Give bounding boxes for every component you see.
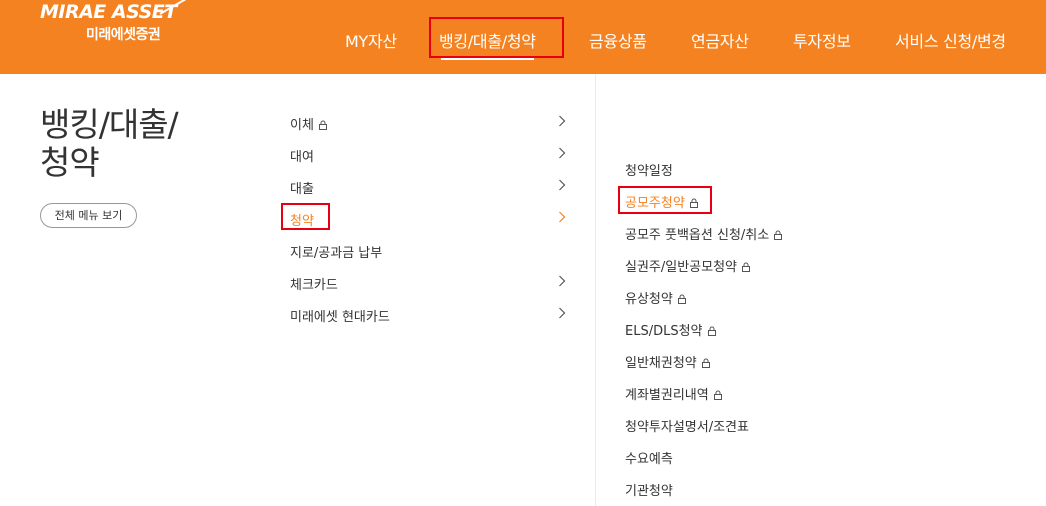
logo-wordmark: MIRAE ASSET (40, 1, 177, 23)
submenu-item-label: 미래에셋 현대카드 (290, 310, 390, 325)
gnb-service-request[interactable]: 서비스 신청/변경 (895, 28, 1006, 52)
submenu-item-label: 대출 (290, 182, 314, 197)
page-title: 뱅킹/대출/ 청약 (40, 105, 179, 182)
lock-icon (713, 390, 722, 400)
gnb-banking-loan-subscription[interactable]: 뱅킹/대출/청약 (439, 28, 536, 60)
submenu-item-label: 청약 (290, 214, 314, 229)
submenu-item-lending[interactable]: 대여 (290, 144, 570, 166)
submenu-item-transfer[interactable]: 이체 (290, 112, 570, 134)
lock-icon (318, 120, 327, 130)
subsub-item-rights-by-account[interactable]: 계좌별권리내역 (625, 384, 722, 404)
subsub-item-demand-forecast[interactable]: 수요예측 (625, 448, 673, 468)
page-title-line2: 청약 (40, 143, 100, 182)
submenu-item-label: 대여 (290, 150, 314, 165)
subsub-item-ipo-putback-option[interactable]: 공모주 풋백옵션 신청/취소 (625, 224, 783, 244)
gnb-financial-products[interactable]: 금융상품 (589, 28, 647, 52)
menu-divider (595, 74, 596, 506)
subsub-item-subscription-schedule[interactable]: 청약일정 (625, 160, 673, 180)
lock-icon (774, 230, 783, 240)
submenu-item-label: 체크카드 (290, 278, 338, 293)
view-all-menu-button[interactable]: 전체 메뉴 보기 (40, 203, 137, 228)
gnb-my-assets[interactable]: MY자산 (345, 28, 397, 52)
logo-korean-name: 미래에셋증권 (86, 27, 161, 43)
lock-icon (701, 358, 710, 368)
lock-icon (689, 198, 698, 208)
chevron-right-icon (559, 115, 566, 127)
subsub-item-prospectus-table[interactable]: 청약투자설명서/조견표 (625, 416, 749, 436)
submenu-item-mirae-hyundai-card[interactable]: 미래에셋 현대카드 (290, 304, 570, 326)
chevron-right-icon (559, 179, 566, 191)
submenu-item-label: 지로/공과금 납부 (290, 246, 383, 261)
gnb-investment-info[interactable]: 투자정보 (793, 28, 851, 52)
subsub-item-els-dls-subscription[interactable]: ELS/DLS청약 (625, 320, 716, 340)
gnb-pension-assets[interactable]: 연금자산 (691, 28, 749, 52)
chevron-right-icon (559, 307, 566, 319)
subsub-item-institutional-subscription[interactable]: 기관청약 (625, 480, 673, 500)
lock-icon (677, 294, 686, 304)
submenu-item-check-card[interactable]: 체크카드 (290, 272, 570, 294)
subsub-item-forfeited-public-offering[interactable]: 실권주/일반공모청약 (625, 256, 751, 276)
subsub-item-ipo-subscription[interactable]: 공모주청약 (625, 192, 698, 212)
chevron-right-icon (559, 147, 566, 159)
logo-swoosh-icon (159, 0, 187, 15)
chevron-right-icon (559, 275, 566, 287)
submenu-item-label: 이체 (290, 114, 327, 133)
lock-icon (707, 326, 716, 336)
lock-icon (742, 262, 751, 272)
subsub-item-general-bond-subscription[interactable]: 일반채권청약 (625, 352, 710, 372)
subsub-item-rights-offering[interactable]: 유상청약 (625, 288, 686, 308)
chevron-right-icon (559, 211, 566, 223)
global-header: MIRAE ASSET 미래에셋증권 MY자산 뱅킹/대출/청약 금융상품 연금… (0, 0, 1046, 74)
page-title-line1: 뱅킹/대출/ (40, 105, 179, 144)
submenu-item-subscription[interactable]: 청약 (290, 208, 570, 230)
submenu-item-loan[interactable]: 대출 (290, 176, 570, 198)
mirae-asset-logo[interactable]: MIRAE ASSET 미래에셋증권 (40, 0, 190, 44)
submenu-item-giro-utility-payment[interactable]: 지로/공과금 납부 (290, 240, 570, 262)
